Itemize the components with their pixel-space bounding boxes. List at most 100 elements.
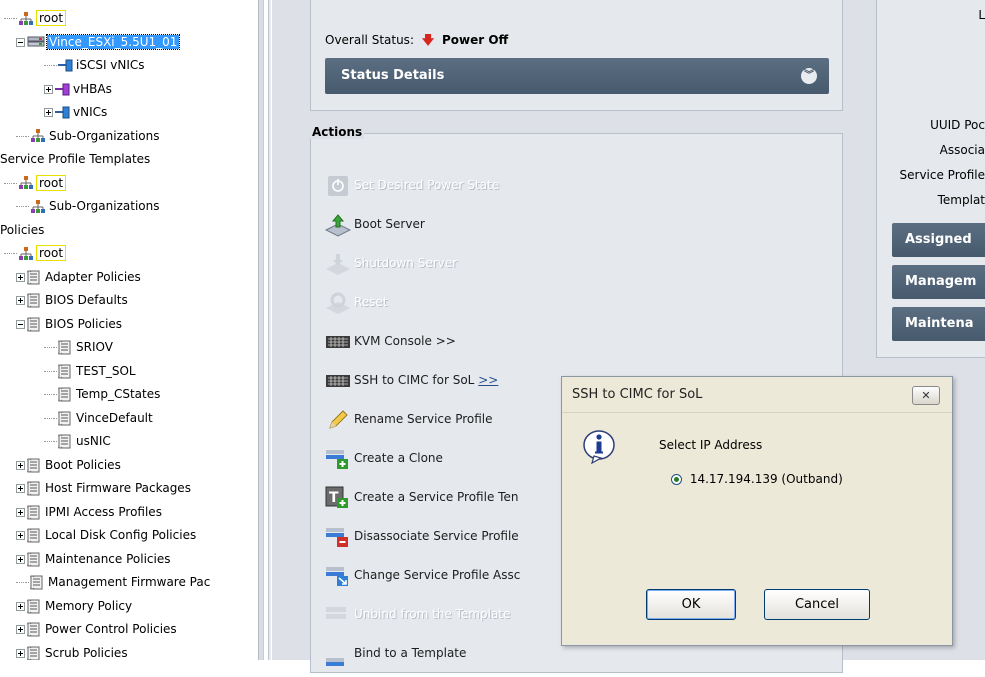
tree-row[interactable]: Memory Policy [0, 595, 132, 618]
ip-option-label: 14.17.194.139 (Outband) [689, 472, 843, 486]
tree-row[interactable]: VinceDefault [0, 407, 153, 430]
expand-icon[interactable] [16, 460, 25, 470]
expand-icon[interactable] [16, 601, 25, 611]
info-section-button[interactable]: Maintena [892, 307, 985, 341]
tree-label: Memory Policy [45, 598, 133, 613]
action-item[interactable]: Bind to a Template [325, 638, 466, 668]
info-label: Associa [939, 143, 985, 157]
tree-row[interactable]: root [0, 172, 67, 195]
organization-icon [18, 11, 37, 25]
expand-icon[interactable] [16, 625, 25, 634]
tree-row[interactable]: vHBAs [0, 78, 112, 101]
tree-label: BIOS Defaults [45, 293, 128, 307]
tree-row[interactable]: Sub-Organizations [0, 125, 159, 148]
tree-row[interactable]: Vince_ESXi_5.5U1_01 [0, 31, 181, 54]
expand-icon[interactable] [16, 531, 25, 540]
tree-label: root [35, 10, 67, 26]
tree-label: root [35, 174, 67, 191]
tree-row[interactable]: iSCSI vNICs [0, 54, 145, 77]
tree-row[interactable]: SRIOV [0, 336, 113, 359]
radio-button[interactable] [671, 474, 682, 485]
tree-row[interactable]: root [0, 242, 67, 265]
expand-chevron-icon[interactable]: ︾ [801, 68, 817, 84]
action-item[interactable]: Create a Clone [325, 443, 443, 473]
action-label: Boot Server [354, 217, 425, 231]
tree-row[interactable]: Local Disk Config Policies [0, 524, 196, 547]
tree-row[interactable]: vNICs [0, 101, 107, 124]
tree-row[interactable]: root [0, 7, 67, 30]
splitter[interactable] [258, 0, 264, 660]
tree-row[interactable]: Sub-Organizations [0, 195, 159, 218]
tree-row[interactable]: Adapter Policies [0, 266, 141, 289]
policy-icon [58, 364, 76, 378]
tree-row[interactable]: Scrub Policies [0, 642, 128, 660]
action-item[interactable]: Boot Server [324, 209, 425, 239]
tree-row[interactable]: Power Control Policies [0, 618, 177, 641]
tree-row[interactable]: Service Profile Templates [0, 148, 150, 171]
action-item[interactable]: SSH to CIMC for SoL >> [325, 365, 498, 395]
action-item: Set Desired Power State [325, 170, 499, 200]
tree-row[interactable]: Policies [0, 219, 44, 242]
tree-label: Service Profile Templates [0, 152, 151, 166]
cancel-button[interactable]: Cancel [764, 589, 870, 620]
expand-icon[interactable] [16, 272, 25, 282]
tree-label: Local Disk Config Policies [45, 528, 197, 542]
collapse-icon[interactable] [16, 319, 25, 329]
expand-icon[interactable] [44, 108, 53, 117]
collapse-icon[interactable] [16, 37, 25, 47]
info-section-button[interactable]: Assigned [892, 223, 985, 257]
action-label: Bind to a Template [354, 646, 467, 660]
tree-label: Adapter Policies [45, 269, 141, 284]
dialog-title: SSH to CIMC for SoL [562, 377, 952, 413]
tree-row[interactable]: IPMI Access Profiles [0, 501, 162, 524]
tree-row[interactable]: Host Firmware Packages [0, 477, 191, 500]
tree-row[interactable]: TEST_SOL [0, 360, 136, 383]
close-icon[interactable]: ✕ [912, 386, 940, 405]
dialog-prompt: Select IP Address [659, 438, 763, 452]
tree-label: vNICs [73, 105, 108, 119]
tree-label: usNIC [76, 434, 111, 448]
tree-row[interactable]: Temp_CStates [0, 383, 160, 406]
tree-row[interactable]: Maintenance Policies [0, 548, 170, 571]
action-label: Rename Service Profile [354, 412, 493, 426]
expand-icon[interactable] [16, 507, 25, 517]
power-off-arrow-icon: 🡇 [421, 33, 435, 47]
tree-row[interactable]: Boot Policies [0, 454, 121, 477]
tree-row[interactable]: usNIC [0, 430, 111, 453]
expand-icon[interactable] [16, 484, 25, 493]
tree-row[interactable]: BIOS Policies [0, 313, 122, 336]
action-item[interactable]: Disassociate Service Profile [325, 521, 519, 551]
action-item[interactable]: Change Service Profile Assc [325, 560, 520, 590]
info-label: Templat [937, 193, 985, 207]
status-panel: Overall Status: 🡇 Power Off Status Detai… [310, 0, 843, 111]
splitter-edge [268, 0, 271, 660]
ok-button[interactable]: OK [646, 589, 736, 620]
action-label: Reset [354, 295, 388, 309]
ip-option[interactable]: 14.17.194.139 (Outband) [671, 472, 843, 486]
expand-icon[interactable] [16, 554, 25, 564]
action-item[interactable]: T Create a Service Profile Ten [325, 482, 518, 512]
tree-label: BIOS Policies [45, 316, 123, 331]
pencil-icon [325, 408, 351, 432]
tree-label: IPMI Access Profiles [45, 504, 162, 519]
info-section-button[interactable]: Managem [892, 265, 985, 299]
policy-icon [58, 340, 76, 355]
change-association-icon [325, 564, 351, 588]
tree-label: root [35, 245, 67, 261]
overall-status-label: Overall Status: [325, 33, 414, 47]
status-details-header[interactable]: Status Details ︾ [325, 58, 829, 94]
tree-row[interactable]: Management Firmware Pac [0, 571, 210, 594]
tree-label: Boot Policies [45, 457, 121, 472]
keyboard-icon [325, 369, 351, 393]
policy-icon [30, 575, 48, 590]
expand-icon[interactable] [16, 296, 25, 305]
tree-row[interactable]: BIOS Defaults [0, 289, 128, 312]
action-item[interactable]: Rename Service Profile [325, 404, 493, 434]
tree-label: TEST_SOL [76, 363, 136, 378]
expand-icon[interactable] [16, 648, 25, 658]
navigation-tree: root Vince_ESXi_5.5U1_01 iSCSI vNICs vHBAs v… [0, 0, 258, 660]
policy-icon [58, 434, 76, 449]
action-link[interactable]: >> [478, 373, 498, 387]
action-item[interactable]: KVM Console >> [325, 326, 456, 356]
expand-icon[interactable] [44, 84, 53, 94]
